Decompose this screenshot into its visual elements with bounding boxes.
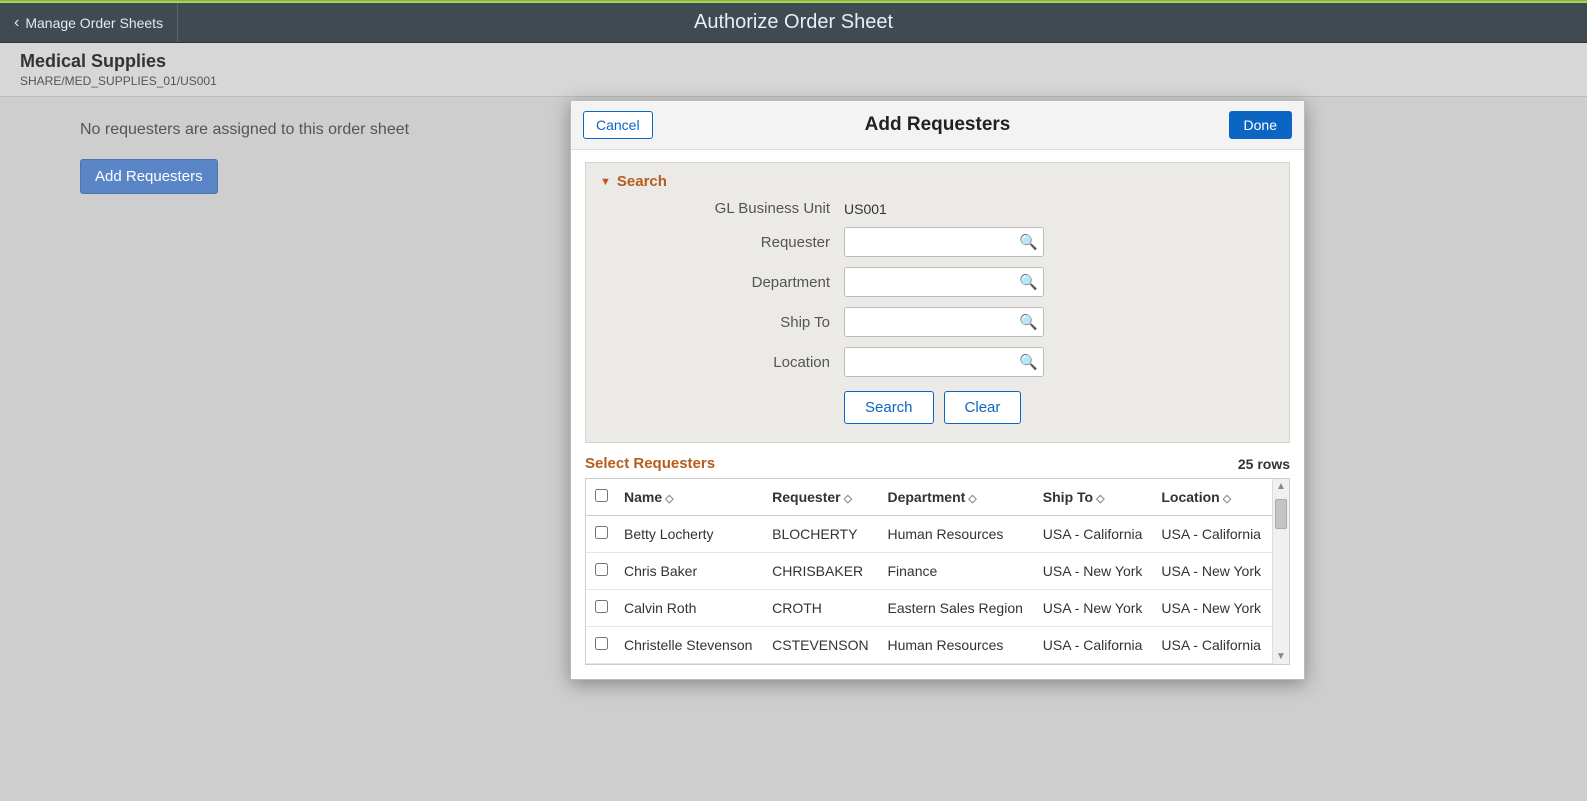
- cell-shipto: USA - New York: [1035, 553, 1154, 590]
- ordersheet-title: Medical Supplies: [20, 51, 1567, 72]
- table-scrollbar[interactable]: [1272, 479, 1289, 664]
- cell-location: USA - California: [1153, 516, 1272, 553]
- sort-icon: ◇: [968, 493, 976, 505]
- add-requesters-modal: Cancel Add Requesters Done ▼ Search GL B…: [570, 100, 1305, 680]
- sort-icon: ◇: [1223, 493, 1231, 505]
- table-row: Betty LochertyBLOCHERTYHuman ResourcesUS…: [586, 516, 1272, 553]
- location-input[interactable]: [844, 347, 1044, 377]
- search-button[interactable]: Search: [844, 391, 934, 424]
- cell-name: Calvin Roth: [616, 590, 764, 627]
- row-checkbox[interactable]: [595, 600, 608, 613]
- cell-shipto: USA - California: [1035, 516, 1154, 553]
- col-department[interactable]: Department◇: [879, 479, 1034, 516]
- col-location[interactable]: Location◇: [1153, 479, 1272, 516]
- cell-requester: BLOCHERTY: [764, 516, 879, 553]
- chevron-left-icon: ‹: [14, 14, 19, 32]
- shipto-input[interactable]: [844, 307, 1044, 337]
- cell-name: Betty Locherty: [616, 516, 764, 553]
- sort-icon: ◇: [665, 493, 673, 505]
- requester-label: Requester: [610, 234, 830, 251]
- cell-location: USA - California: [1153, 627, 1272, 664]
- modal-header: Cancel Add Requesters Done: [571, 101, 1304, 150]
- cell-department: Eastern Sales Region: [879, 590, 1034, 627]
- cell-location: USA - New York: [1153, 590, 1272, 627]
- results-table-wrap: Name◇ Requester◇ Department◇ Ship To◇ Lo…: [585, 478, 1290, 665]
- search-section: ▼ Search GL Business Unit US001 Requeste…: [585, 162, 1290, 443]
- shipto-label: Ship To: [610, 314, 830, 331]
- row-checkbox[interactable]: [595, 563, 608, 576]
- search-section-label: Search: [617, 173, 667, 190]
- back-link[interactable]: ‹ Manage Order Sheets: [0, 3, 178, 42]
- department-lookup-icon[interactable]: 🔍: [1019, 273, 1038, 291]
- sort-icon: ◇: [844, 493, 852, 505]
- col-name[interactable]: Name◇: [616, 479, 764, 516]
- subheader: Medical Supplies SHARE/MED_SUPPLIES_01/U…: [0, 43, 1587, 97]
- cell-requester: CSTEVENSON: [764, 627, 879, 664]
- done-button[interactable]: Done: [1229, 111, 1292, 139]
- cell-requester: CHRISBAKER: [764, 553, 879, 590]
- clear-button[interactable]: Clear: [944, 391, 1022, 424]
- add-requesters-button[interactable]: Add Requesters: [80, 159, 218, 194]
- location-label: Location: [610, 354, 830, 371]
- cell-name: Christelle Stevenson: [616, 627, 764, 664]
- row-count: 25 rows: [1238, 456, 1290, 472]
- table-row: Chris BakerCHRISBAKERFinanceUSA - New Yo…: [586, 553, 1272, 590]
- table-row: Calvin RothCROTHEastern Sales RegionUSA …: [586, 590, 1272, 627]
- cell-requester: CROTH: [764, 590, 879, 627]
- department-input[interactable]: [844, 267, 1044, 297]
- cell-department: Human Resources: [879, 627, 1034, 664]
- cancel-button[interactable]: Cancel: [583, 111, 653, 139]
- row-checkbox[interactable]: [595, 526, 608, 539]
- requester-input[interactable]: [844, 227, 1044, 257]
- cell-shipto: USA - California: [1035, 627, 1154, 664]
- cell-name: Chris Baker: [616, 553, 764, 590]
- back-label: Manage Order Sheets: [25, 15, 163, 31]
- col-shipto[interactable]: Ship To◇: [1035, 479, 1154, 516]
- shipto-lookup-icon[interactable]: 🔍: [1019, 313, 1038, 331]
- select-all-checkbox[interactable]: [595, 489, 608, 502]
- col-requester[interactable]: Requester◇: [764, 479, 879, 516]
- requester-lookup-icon[interactable]: 🔍: [1019, 233, 1038, 251]
- topbar: ‹ Manage Order Sheets Authorize Order Sh…: [0, 3, 1587, 43]
- modal-title: Add Requesters: [865, 114, 1011, 136]
- cell-shipto: USA - New York: [1035, 590, 1154, 627]
- scroll-thumb[interactable]: [1275, 499, 1287, 529]
- search-section-toggle[interactable]: ▼ Search: [600, 173, 1275, 190]
- select-requesters-label: Select Requesters: [585, 455, 715, 472]
- department-label: Department: [610, 274, 830, 291]
- cell-location: USA - New York: [1153, 553, 1272, 590]
- table-row: Christelle StevensonCSTEVENSONHuman Reso…: [586, 627, 1272, 664]
- collapse-icon: ▼: [600, 176, 611, 188]
- gl-bu-label: GL Business Unit: [610, 200, 830, 217]
- sort-icon: ◇: [1096, 493, 1104, 505]
- page-title: Authorize Order Sheet: [694, 11, 893, 34]
- gl-bu-value: US001: [844, 201, 1044, 217]
- cell-department: Human Resources: [879, 516, 1034, 553]
- results-table: Name◇ Requester◇ Department◇ Ship To◇ Lo…: [586, 479, 1272, 664]
- location-lookup-icon[interactable]: 🔍: [1019, 353, 1038, 371]
- ordersheet-path: SHARE/MED_SUPPLIES_01/US001: [20, 74, 1567, 88]
- row-checkbox[interactable]: [595, 637, 608, 650]
- cell-department: Finance: [879, 553, 1034, 590]
